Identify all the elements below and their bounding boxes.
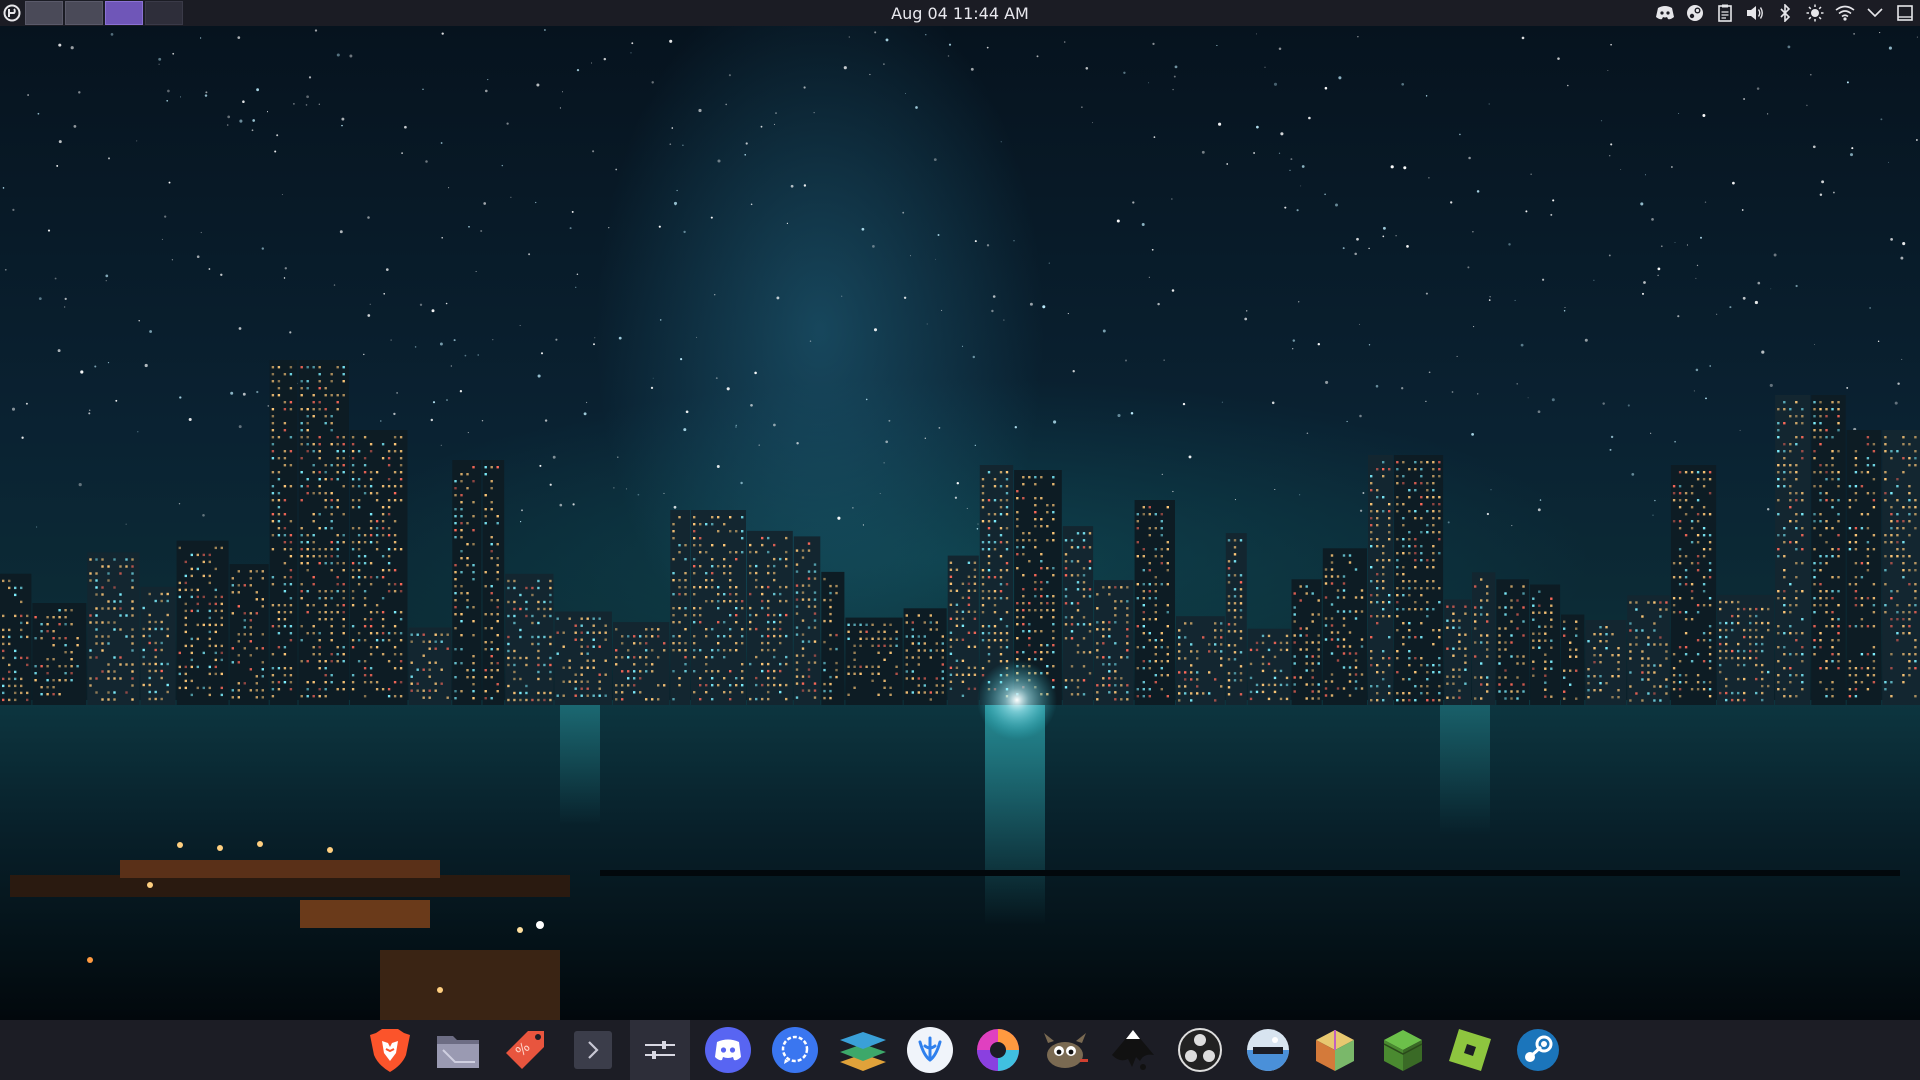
wallpaper-night-city-skyline bbox=[0, 0, 1920, 1080]
dock-item-layers[interactable] bbox=[833, 1020, 893, 1080]
clipboard-icon[interactable] bbox=[1714, 2, 1736, 24]
folder-icon bbox=[436, 1036, 479, 1068]
dock-item-disk-utility[interactable] bbox=[1238, 1020, 1298, 1080]
top-panel: Aug 04 11:44 AM bbox=[0, 0, 1920, 26]
dock-item-discord[interactable] bbox=[698, 1020, 758, 1080]
light-reflection bbox=[560, 705, 600, 825]
inkscape-icon bbox=[1111, 1030, 1154, 1070]
wifi-icon[interactable] bbox=[1834, 2, 1856, 24]
bluetooth-icon[interactable] bbox=[1774, 2, 1796, 24]
dock-item-color-picker[interactable] bbox=[968, 1020, 1028, 1080]
cube-icon bbox=[1316, 1030, 1354, 1071]
color-wheel-icon bbox=[976, 1029, 1019, 1071]
terminal-icon bbox=[573, 1031, 612, 1069]
chat-bubble-icon bbox=[772, 1027, 818, 1073]
vscodium-icon bbox=[907, 1027, 953, 1073]
dock-item-brave[interactable] bbox=[360, 1020, 420, 1080]
dock-item-minecraft[interactable] bbox=[1373, 1020, 1433, 1080]
wallpaper-art bbox=[0, 29, 1920, 1020]
price-tag-icon: % bbox=[506, 1031, 544, 1069]
dock-item-gimp[interactable] bbox=[1035, 1020, 1095, 1080]
clock[interactable]: Aug 04 11:44 AM bbox=[891, 4, 1029, 23]
layers-icon bbox=[839, 1032, 886, 1071]
pager-desktop-1[interactable] bbox=[25, 1, 63, 25]
obs-icon bbox=[1178, 1028, 1222, 1072]
steam-tray-icon[interactable] bbox=[1684, 2, 1706, 24]
grass-block-icon bbox=[1383, 1030, 1422, 1071]
dock-item-steam[interactable] bbox=[1508, 1020, 1568, 1080]
steam-icon bbox=[1516, 1029, 1559, 1071]
pilings bbox=[600, 870, 1900, 876]
virtual-desktop-pager bbox=[25, 1, 185, 25]
dock-item-inkscape[interactable] bbox=[1103, 1020, 1163, 1080]
dock-item-file-manager[interactable] bbox=[428, 1020, 488, 1080]
brightness-icon[interactable] bbox=[1804, 2, 1826, 24]
dock-item-system-settings[interactable] bbox=[630, 1020, 690, 1080]
dock-item-cube-app[interactable] bbox=[1305, 1020, 1365, 1080]
dock-item-obs[interactable] bbox=[1170, 1020, 1230, 1080]
brave-lion-icon bbox=[370, 1029, 410, 1072]
sliders-icon bbox=[645, 1041, 675, 1059]
dock-item-roblox[interactable] bbox=[1440, 1020, 1500, 1080]
dock-item-discounts[interactable]: % bbox=[495, 1020, 555, 1080]
dock-item-signal[interactable] bbox=[765, 1020, 825, 1080]
dock-item-vscodium[interactable] bbox=[900, 1020, 960, 1080]
desktop[interactable]: Aug 04 11:44 AM % bbox=[0, 0, 1920, 1080]
pager-desktop-4[interactable] bbox=[145, 1, 183, 25]
light-reflection bbox=[1440, 705, 1490, 835]
center-light-glow bbox=[977, 660, 1057, 740]
chevron-down-icon[interactable] bbox=[1864, 2, 1886, 24]
app-launcher-icon[interactable] bbox=[3, 4, 21, 22]
task-manager-dock: % bbox=[0, 1020, 1920, 1080]
dock-item-terminal[interactable] bbox=[563, 1020, 623, 1080]
disk-icon bbox=[1246, 1029, 1289, 1071]
pager-desktop-3[interactable] bbox=[105, 1, 143, 25]
discord-tray-icon[interactable] bbox=[1654, 2, 1676, 24]
gimp-icon bbox=[1044, 1033, 1088, 1068]
discord-icon bbox=[704, 1027, 751, 1073]
city-skyline bbox=[0, 360, 1920, 705]
system-tray bbox=[1646, 2, 1916, 24]
volume-icon[interactable] bbox=[1744, 2, 1766, 24]
show-desktop-icon[interactable] bbox=[1894, 2, 1916, 24]
roblox-icon bbox=[1449, 1029, 1491, 1071]
pager-desktop-2[interactable] bbox=[65, 1, 103, 25]
